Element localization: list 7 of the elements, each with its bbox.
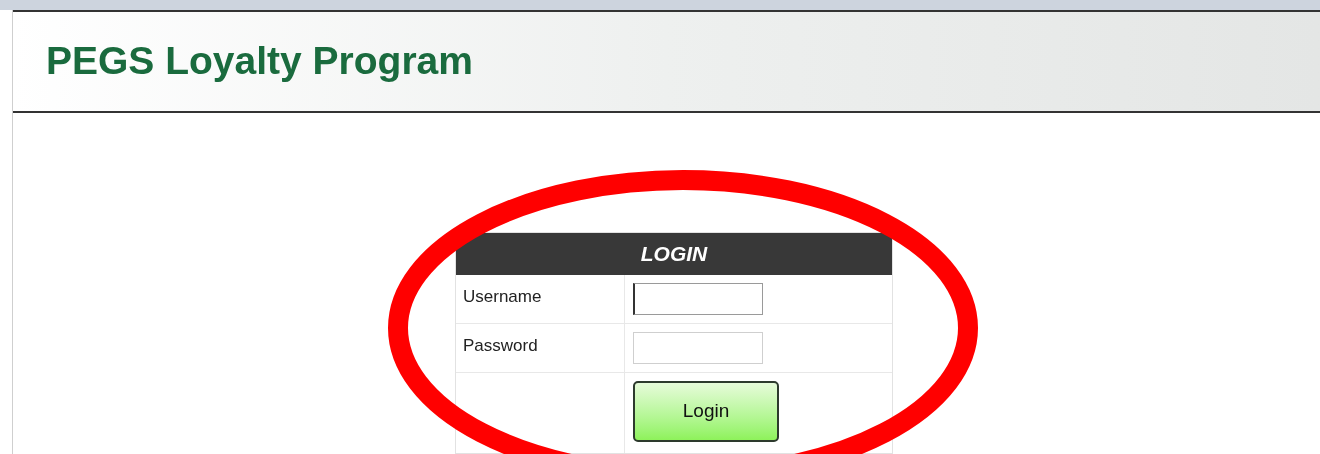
login-title: LOGIN — [640, 241, 708, 268]
field-label: Password — [463, 336, 538, 355]
login-button[interactable]: Login — [633, 381, 779, 442]
input-field[interactable] — [633, 283, 763, 315]
input-field[interactable] — [633, 332, 763, 364]
page-title: PEGS Loyalty Program — [46, 38, 473, 85]
field-label: Username — [463, 287, 542, 306]
